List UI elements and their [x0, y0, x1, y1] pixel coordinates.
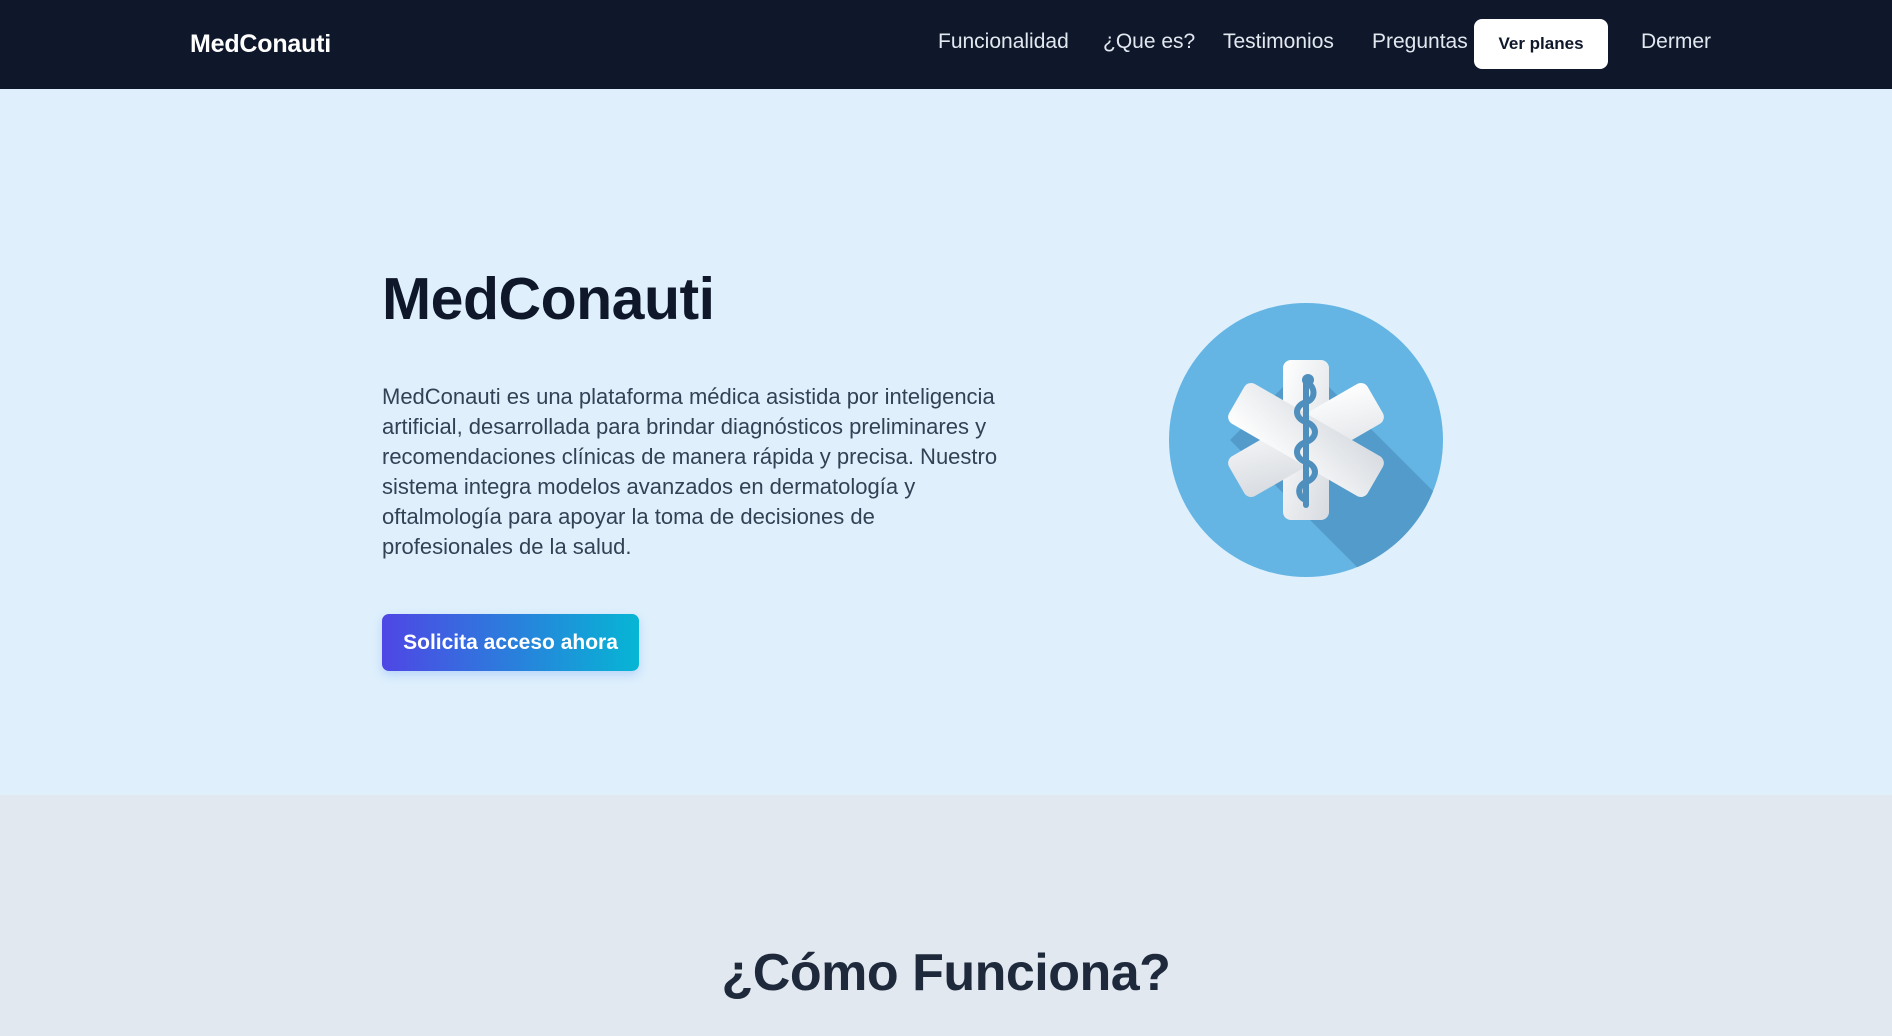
ver-planes-button[interactable]: Ver planes [1474, 19, 1608, 69]
nav-link-que-es[interactable]: ¿Que es? [1103, 30, 1195, 54]
nav-link-dermer[interactable]: Dermer [1641, 30, 1711, 54]
hero-title: MedConauti [382, 266, 715, 332]
medical-star-of-life-icon [1168, 302, 1444, 578]
nav-link-preguntas[interactable]: Preguntas [1372, 30, 1468, 54]
navbar: MedConauti Funcionalidad ¿Que es? Testim… [0, 0, 1892, 89]
hero-section: MedConauti MedConauti es una plataforma … [0, 89, 1892, 795]
how-it-works-title: ¿Cómo Funciona? [721, 944, 1171, 1002]
hero-description: MedConauti es una plataforma médica asis… [382, 384, 998, 559]
brand-logo-text[interactable]: MedConauti [190, 30, 331, 59]
nav-link-testimonios[interactable]: Testimonios [1223, 30, 1334, 54]
how-it-works-section: ¿Cómo Funciona? [0, 795, 1892, 1036]
request-access-button[interactable]: Solicita acceso ahora [382, 614, 639, 671]
nav-link-funcionalidad[interactable]: Funcionalidad [938, 30, 1069, 54]
